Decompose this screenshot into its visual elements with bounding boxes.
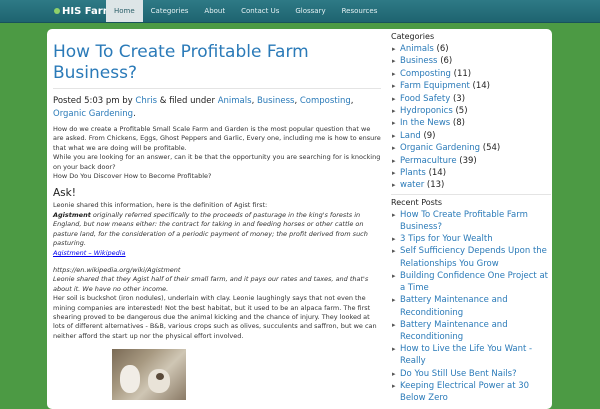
- sidebar-category-link[interactable]: Permaculture: [400, 156, 457, 166]
- recent-post-item: Keeping Electrical Power at 30 Below Zer…: [391, 380, 551, 404]
- recent-post-item: Self Sufficiency Depends Upon the Relati…: [391, 245, 551, 269]
- ask-heading: Ask!: [53, 187, 76, 200]
- main-nav: Home Categories About Contact Us Glossar…: [106, 0, 385, 22]
- sidebar-category-count: (14): [428, 168, 447, 179]
- nav-contact-us[interactable]: Contact Us: [233, 0, 287, 22]
- sidebar-category-count: (6): [440, 56, 453, 67]
- recent-posts-list: How To Create Profitable Farm Business? …: [391, 209, 551, 404]
- goat-shape: [120, 365, 140, 393]
- sidebar-category-link[interactable]: In the News: [400, 118, 450, 128]
- sidebar-category-item: Hydroponics (5): [391, 105, 551, 118]
- recent-post-item: How To Create Profitable Farm Business?: [391, 209, 551, 233]
- recent-post-item: How to Live the Life You Want - Really: [391, 343, 551, 367]
- sidebar-category-link[interactable]: Plants: [400, 168, 426, 178]
- sidebar-category-link[interactable]: Hydroponics: [400, 106, 453, 116]
- category-link-business[interactable]: Business: [257, 96, 294, 106]
- sidebar-category-item: Farm Equipment (14): [391, 80, 551, 93]
- nav-home[interactable]: Home: [106, 0, 143, 22]
- intro-paragraph-3: How Do You Discover How to Become Profit…: [53, 172, 212, 181]
- post-title[interactable]: How To Create Profitable Farm Business?: [53, 42, 381, 84]
- sidebar-category-count: (3): [452, 93, 466, 104]
- recent-post-item: 3 Tips for Your Wealth: [391, 233, 551, 245]
- recent-post-link[interactable]: How to Live the Life You Want - Really: [400, 344, 532, 366]
- recent-post-link[interactable]: Self Sufficiency Depends Upon the Relati…: [400, 246, 547, 268]
- sidebar-category-link[interactable]: Animals: [400, 44, 434, 54]
- title-divider: [53, 88, 381, 89]
- sidebar-category-item: Business (6): [391, 55, 551, 68]
- recent-post-link[interactable]: 3 Tips for Your Wealth: [400, 234, 493, 244]
- recent-post-link[interactable]: Battery Maintenance and Reconditioning: [400, 320, 508, 342]
- categories-heading: Categories: [391, 32, 435, 41]
- leaf-icon: [54, 8, 60, 14]
- definition-term: Agistment: [53, 210, 91, 219]
- recent-post-item: Battery Maintenance and Reconditioning: [391, 319, 551, 343]
- recent-post-link[interactable]: Building Confidence One Project at a Tim…: [400, 271, 548, 293]
- author-link[interactable]: Chris: [135, 96, 157, 106]
- recent-post-item: Building Confidence One Project at a Tim…: [391, 270, 551, 294]
- sidebar-category-item: Organic Gardening (54): [391, 142, 551, 155]
- sidebar-category-count: (6): [436, 44, 449, 54]
- recent-post-item: Do You Still Use Bent Nails?: [391, 368, 551, 380]
- category-link-organic-gardening[interactable]: Organic Gardening: [53, 109, 133, 119]
- sidebar-category-item: Permaculture (39): [391, 155, 551, 168]
- wiki-url: https://en.wikipedia.org/wiki/Agistment: [53, 265, 181, 274]
- sidebar-category-item: Composting (11): [391, 68, 551, 81]
- recent-post-link[interactable]: How To Create Profitable Farm Business?: [400, 210, 528, 232]
- goats-photo: [112, 349, 186, 400]
- definition-quote: Agistment originally referred specifical…: [53, 211, 381, 249]
- recent-posts-heading: Recent Posts: [391, 197, 443, 207]
- post-meta-posted: Posted 5:03 pm by: [53, 96, 133, 106]
- site-logo[interactable]: HIS Farm: [54, 4, 113, 18]
- story-italic: Leonie shared that they Agist half of th…: [53, 275, 369, 293]
- sidebar-category-link[interactable]: Land: [400, 131, 421, 141]
- sidebar-category-count: (9): [423, 130, 436, 141]
- sidebar-category-item: Food Safety (3): [391, 93, 551, 106]
- sidebar-category-link[interactable]: Food Safety: [400, 94, 450, 104]
- sidebar-category-count: (14): [472, 81, 490, 92]
- sidebar-category-item: Land (9): [391, 130, 551, 143]
- nav-about[interactable]: About: [196, 0, 233, 22]
- post-article: How To Create Profitable Farm Business? …: [53, 42, 381, 341]
- sidebar-category-link[interactable]: Farm Equipment: [400, 81, 470, 91]
- sidebar-category-item: water (13): [391, 179, 551, 192]
- sidebar-category-item: Plants (14): [391, 167, 551, 180]
- nav-glossary[interactable]: Glossary: [287, 0, 333, 22]
- definition-text: originally referred specifically to the …: [53, 210, 368, 248]
- goat-spot: [156, 373, 164, 380]
- sidebar-category-count: (11): [453, 68, 472, 79]
- intro-paragraph-2: While you are looking for an answer, can…: [53, 153, 381, 171]
- top-navbar: HIS Farm Home Categories About Contact U…: [0, 0, 600, 23]
- sidebar-category-count: (5): [455, 106, 468, 117]
- sidebar-category-link[interactable]: water: [400, 180, 424, 190]
- ask-intro: Leonie shared this information, here is …: [53, 201, 268, 210]
- sidebar-category-item: In the News (8): [391, 117, 551, 130]
- sidebar-category-count: (8): [452, 118, 465, 129]
- nav-resources[interactable]: Resources: [334, 0, 386, 22]
- sidebar-category-count: (13): [426, 180, 445, 191]
- nav-categories[interactable]: Categories: [143, 0, 197, 22]
- sidebar-category-item: Animals (6): [391, 43, 551, 56]
- recent-post-item: Battery Maintenance and Reconditioning: [391, 294, 551, 318]
- sidebar-category-link[interactable]: Composting: [400, 69, 451, 79]
- recent-post-link[interactable]: Do You Still Use Bent Nails?: [400, 369, 517, 379]
- post-meta-filed: & filed under: [159, 96, 216, 106]
- sidebar: Categories Animals (6) Business (6) Comp…: [391, 32, 551, 406]
- sidebar-category-link[interactable]: Organic Gardening: [400, 143, 480, 153]
- story-paragraph: Her soil is buckshot (iron nodules), und…: [53, 294, 377, 340]
- intro-paragraph-1: How do we create a Profitable Small Scal…: [53, 125, 381, 152]
- recent-post-link[interactable]: Battery Maintenance and Reconditioning: [400, 295, 508, 317]
- category-link-animals[interactable]: Animals: [218, 96, 252, 106]
- sidebar-category-count: (39): [459, 155, 477, 166]
- sidebar-divider: [391, 193, 551, 195]
- sidebar-category-count: (54): [482, 143, 501, 154]
- post-meta: Posted 5:03 pm by Chris & filed under An…: [53, 96, 354, 119]
- wiki-link-line: Agistment – Wikipedia: [53, 249, 381, 258]
- category-link-composting[interactable]: Composting: [300, 96, 351, 106]
- wikipedia-link[interactable]: Agistment – Wikipedia: [53, 249, 126, 257]
- categories-list: Animals (6) Business (6) Composting (11)…: [391, 43, 551, 192]
- sidebar-category-link[interactable]: Business: [400, 56, 437, 66]
